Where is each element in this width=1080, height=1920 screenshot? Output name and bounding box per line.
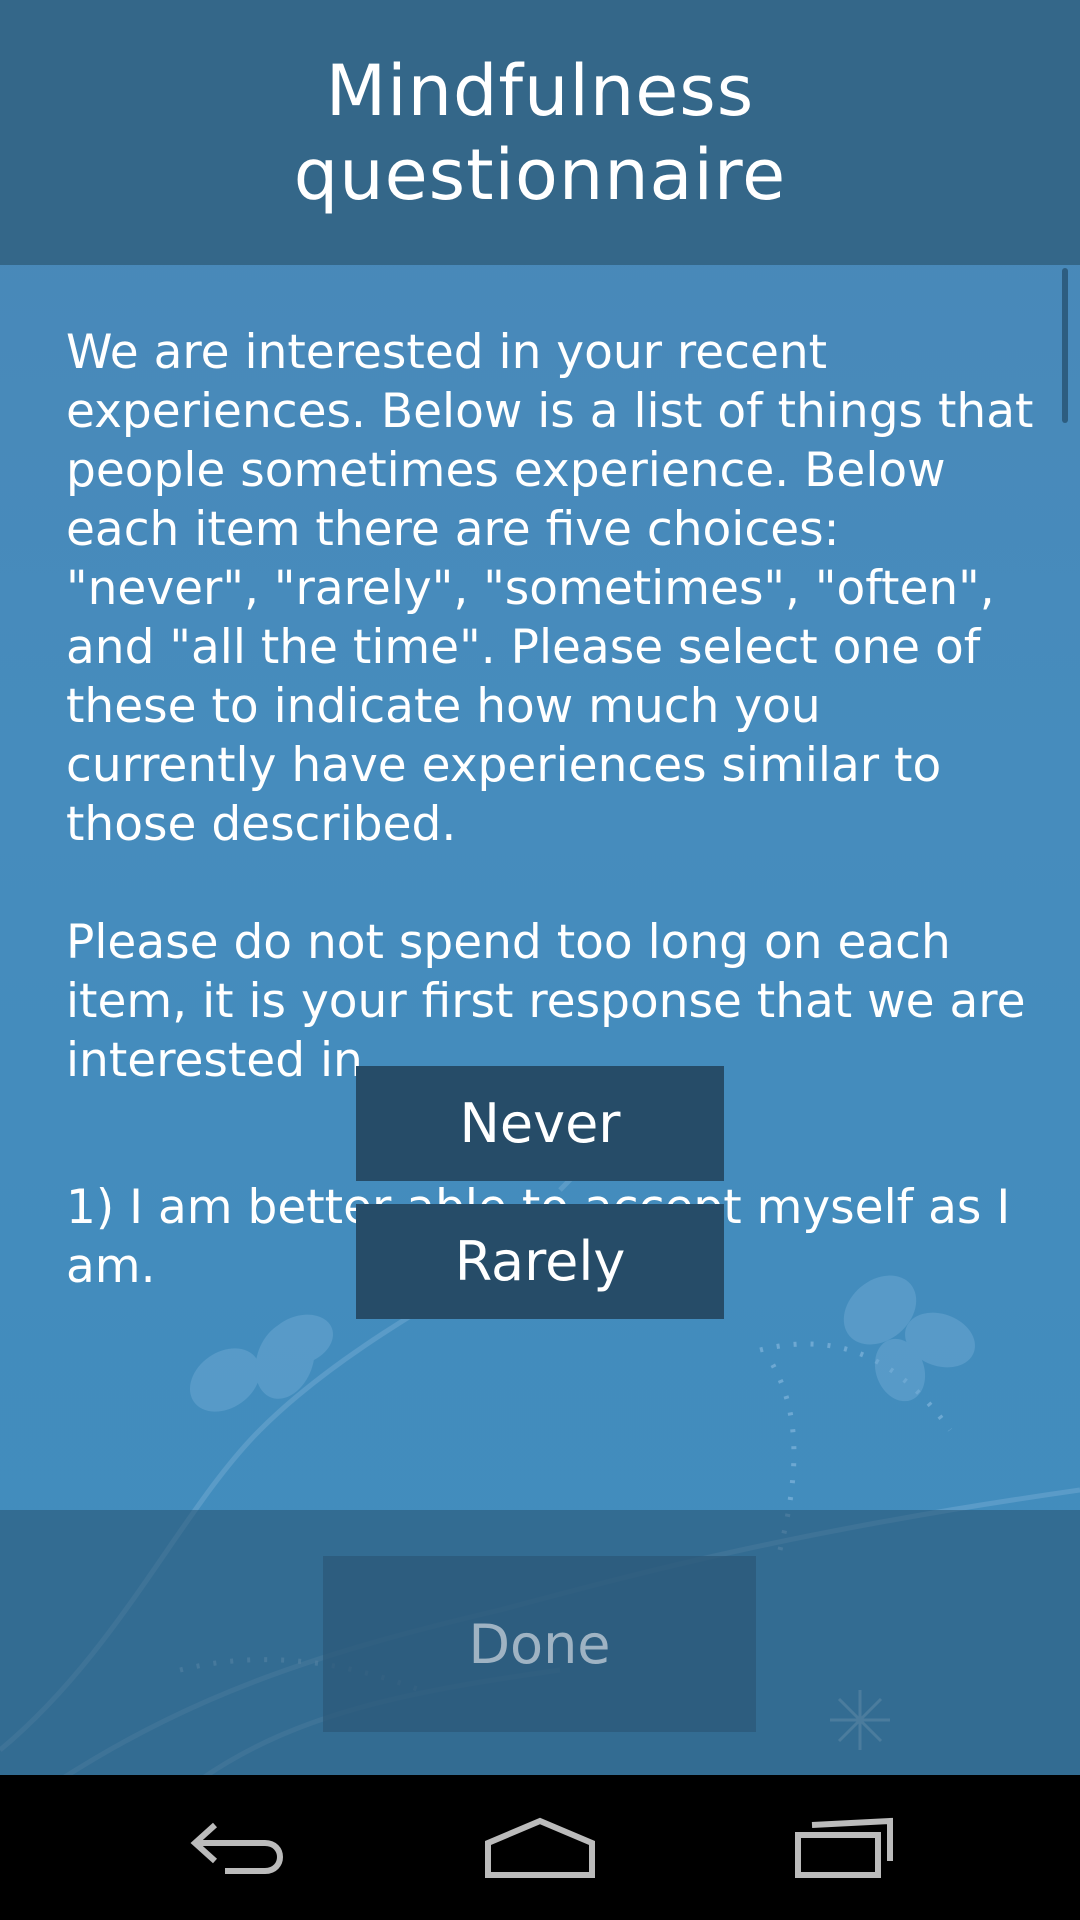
home-button[interactable] [440, 1775, 640, 1920]
footer-panel: Done [0, 1510, 1080, 1775]
done-label: Done [468, 1612, 611, 1676]
back-button[interactable] [140, 1775, 340, 1920]
recents-button[interactable] [745, 1775, 945, 1920]
instructions-text: We are interested in your recent experie… [66, 325, 1034, 1088]
page-title: Mindfulness questionnaire [293, 49, 787, 216]
answer-rarely-button[interactable]: Rarely [356, 1204, 724, 1319]
answer-label: Rarely [454, 1230, 626, 1293]
home-icon [485, 1817, 595, 1878]
recents-icon [795, 1817, 893, 1878]
done-button[interactable]: Done [323, 1556, 756, 1732]
answer-label: Never [459, 1092, 621, 1155]
app-header: Mindfulness questionnaire [0, 0, 1080, 265]
scrollbar[interactable] [1062, 268, 1068, 423]
answer-never-button[interactable]: Never [356, 1066, 724, 1181]
system-navigation-bar [0, 1775, 1080, 1920]
questionnaire-scroll-area[interactable]: We are interested in your recent experie… [66, 265, 1036, 1510]
back-icon [190, 1822, 283, 1874]
